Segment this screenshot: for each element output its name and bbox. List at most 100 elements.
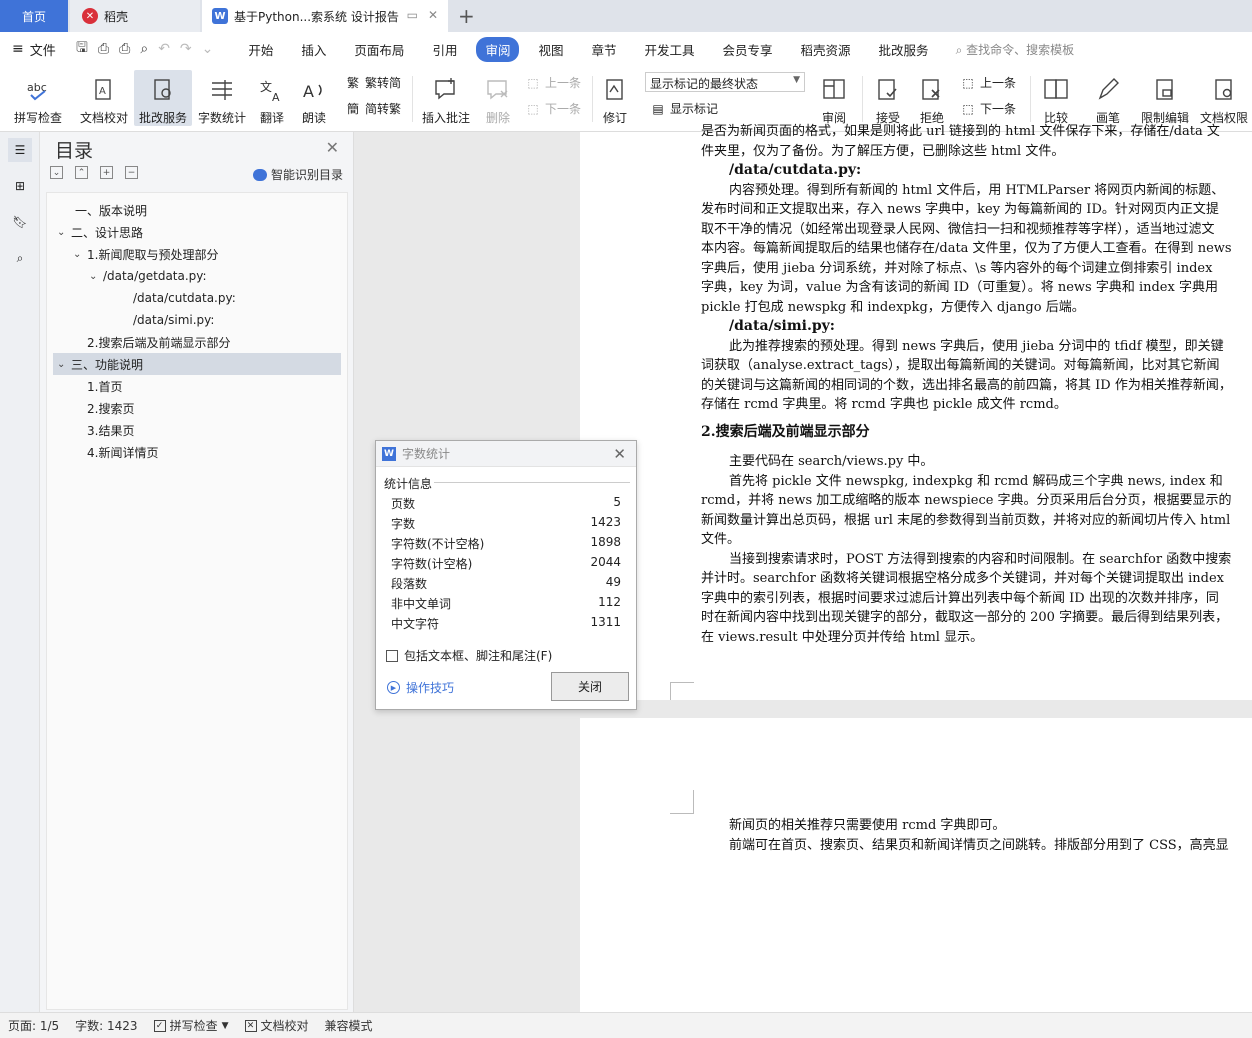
toc-item[interactable]: /data/simi.py: — [53, 309, 341, 331]
tips-link[interactable]: ▶ 操作技巧 — [387, 679, 454, 696]
more-chevron-icon[interactable]: ⌄ — [202, 41, 214, 57]
prev-comment-button[interactable]: ⬚ 上一条 — [525, 74, 581, 91]
spell-check-button[interactable]: abc 拼写检查 — [8, 70, 68, 126]
document-body-page2[interactable]: 新闻页的相关推荐只需要使用 rcmd 字典即可。 前端可在首页、搜索页、结果页和新… — [701, 816, 1252, 861]
toc-item[interactable]: 4.新闻详情页 — [53, 441, 341, 463]
toc-item[interactable]: 一、版本说明 — [53, 199, 341, 221]
toc-item[interactable]: ⌄ 1.新闻爬取与预处理部分 — [53, 243, 341, 265]
close-icon[interactable]: ✕ — [613, 445, 626, 463]
menu-tab-1[interactable]: 插入 — [292, 37, 335, 62]
accept-button[interactable]: 接受 — [868, 70, 908, 126]
chevron-down-icon[interactable]: ⌄ — [73, 249, 87, 260]
menu-tab-3[interactable]: 引用 — [423, 37, 466, 62]
toc-item-label: 二、设计思路 — [71, 225, 144, 240]
doc-line: 存储在 rcmd 字典里。将 rcmd 字典也 pickle 成文件 rcmd。 — [701, 397, 1067, 412]
print-icon[interactable]: ⎙ — [119, 41, 130, 57]
toc-item[interactable]: /data/cutdata.py: — [53, 287, 341, 309]
chapter-nav-icon[interactable]: ⊞ — [8, 174, 32, 198]
tab-close-icon[interactable]: ✕ — [428, 8, 438, 22]
dialog-titlebar[interactable]: W 字数统计 ✕ — [376, 441, 636, 467]
stat-row: 非中文单词 112 — [391, 595, 621, 615]
print-preview-icon[interactable]: ⌕ — [140, 41, 148, 57]
redo-icon[interactable]: ↷ — [180, 41, 192, 57]
toc-item[interactable]: 2.搜索页 — [53, 397, 341, 419]
next-change-button[interactable]: ⬚ 下一条 — [960, 100, 1016, 117]
word-count-indicator[interactable]: 字数: 1423 — [75, 1017, 137, 1034]
chevron-down-icon[interactable]: ⌄ — [57, 227, 71, 238]
toc-item-label: /data/cutdata.py: — [133, 291, 236, 305]
menu-tab-6[interactable]: 章节 — [582, 37, 625, 62]
toc-item[interactable]: 1.首页 — [53, 375, 341, 397]
spell-check-toggle[interactable]: ✓ 拼写检查 ▼ — [153, 1017, 229, 1034]
menu-tab-8[interactable]: 会员专享 — [714, 37, 782, 62]
menu-tab-2[interactable]: 页面布局 — [345, 37, 413, 62]
tab-document[interactable]: W 基于Python...索系统 设计报告 ▭ ✕ — [202, 0, 448, 32]
chevron-down-icon[interactable]: ⌄ — [89, 271, 103, 282]
stat-row: 段落数 49 — [391, 575, 621, 595]
doc-heading: /data/cutdata.py: — [729, 162, 862, 178]
search-icon[interactable]: ⌕ — [8, 246, 32, 270]
toc-item[interactable]: ⌄ 三、功能说明 — [53, 353, 341, 375]
markup-state-select[interactable]: 显示标记的最终状态 ▼ — [645, 72, 805, 92]
doc-line: 前端可在首页、搜索页、结果页和新闻详情页之间跳转。排版部分用到了 CSS，高亮显 — [729, 837, 1229, 853]
next-comment-button[interactable]: ⬚ 下一条 — [525, 100, 581, 117]
read-aloud-button[interactable]: A 朗读 — [296, 70, 332, 126]
menu-tab-5[interactable]: 视图 — [529, 37, 572, 62]
tab-home[interactable]: 首页 — [0, 0, 68, 32]
compare-button[interactable]: 比较 — [1036, 70, 1076, 126]
smart-toc-button[interactable]: 智能识别目录 — [252, 166, 343, 183]
reject-button[interactable]: 拒绝 — [912, 70, 952, 126]
close-button[interactable]: 关闭 — [551, 672, 629, 701]
correction-service-button[interactable]: 批改服务 — [134, 70, 192, 126]
insert-comment-button[interactable]: 插入批注 — [418, 70, 474, 126]
page-indicator[interactable]: 页面: 1/5 — [8, 1017, 59, 1034]
ink-button[interactable]: 画笔 — [1090, 70, 1126, 126]
chevron-down-icon[interactable]: ⌄ — [57, 359, 71, 370]
toc-item[interactable]: 3.结果页 — [53, 419, 341, 441]
collapse-all-icon[interactable]: ⌄ — [50, 166, 63, 179]
doc-proof-status-label: 文档校对 — [260, 1019, 309, 1033]
doc-proof-toggle[interactable]: ✕ 文档校对 — [244, 1017, 309, 1034]
revise-button[interactable]: 修订 — [598, 70, 632, 126]
menu-tab-0[interactable]: 开始 — [239, 37, 282, 62]
document-page[interactable] — [580, 718, 1252, 1012]
toc-item[interactable]: ⌄/data/getdata.py: — [53, 265, 341, 287]
toc-item[interactable]: 2.搜索后端及前端显示部分 — [53, 331, 341, 353]
review-pane-button[interactable]: 审阅 — [814, 70, 854, 126]
new-tab-plus-icon[interactable]: + — [458, 4, 475, 28]
simp-to-trad-button[interactable]: 簡 简转繁 — [345, 100, 401, 117]
bookmark-icon[interactable]: 🔖︎ — [8, 210, 32, 234]
pen-icon — [1095, 77, 1121, 103]
close-icon[interactable]: ✕ — [326, 138, 339, 157]
doc-line: 本内容。每篇新闻提取后的结果也储存在/data 文件里，仅为了方便人工查看。在得… — [701, 241, 1232, 256]
doc-permission-button[interactable]: 文档权限 — [1196, 70, 1252, 126]
tab-pin-icon[interactable]: ▭ — [407, 8, 418, 22]
spell-check-icon: abc — [25, 77, 51, 103]
dialog-title: 字数统计 — [402, 447, 451, 461]
expand-all-icon[interactable]: ⌃ — [75, 166, 88, 179]
toc-panel-icon[interactable]: ☰ — [8, 138, 32, 162]
menu-tab-9[interactable]: 稻壳资源 — [792, 37, 860, 62]
tab-daoke[interactable]: ✕ 稻壳 — [70, 0, 200, 32]
save-icon[interactable]: 🖫 — [76, 37, 88, 61]
prev-change-button[interactable]: ⬚ 上一条 — [960, 74, 1016, 91]
export-pdf-icon[interactable]: ⎙ — [98, 41, 109, 57]
command-search[interactable]: ⌕ 查找命令、搜索模板 — [956, 41, 1075, 58]
menu-tab-7[interactable]: 开发工具 — [636, 37, 704, 62]
file-menu[interactable]: ≡ 文件 — [0, 40, 70, 59]
menu-tab-10[interactable]: 批改服务 — [870, 37, 938, 62]
add-level-icon[interactable]: + — [100, 166, 113, 179]
trad-to-simp-button[interactable]: 繁 繁转简 — [345, 74, 401, 91]
document-body-page1[interactable]: 是否为新闻页面的格式，如果是则将此 url 链接到的 html 文件保存下来，存… — [701, 122, 1252, 672]
menu-tab-4[interactable]: 审阅 — [476, 36, 520, 62]
include-notes-checkbox[interactable]: 包括文本框、脚注和尾注(F) — [386, 647, 552, 664]
show-markup-button[interactable]: ▤ 显示标记 — [650, 100, 718, 117]
remove-level-icon[interactable]: − — [125, 166, 138, 179]
translate-button[interactable]: 文A 翻译 — [252, 70, 292, 126]
restrict-edit-button[interactable]: 限制编辑 — [1138, 70, 1192, 126]
word-count-button[interactable]: 字数统计 — [196, 70, 248, 126]
delete-comment-button[interactable]: 删除 — [478, 70, 518, 126]
toc-item[interactable]: ⌄ 二、设计思路 — [53, 221, 341, 243]
doc-proof-button[interactable]: A 文档校对 — [76, 70, 132, 126]
undo-icon[interactable]: ↶ — [158, 41, 170, 57]
